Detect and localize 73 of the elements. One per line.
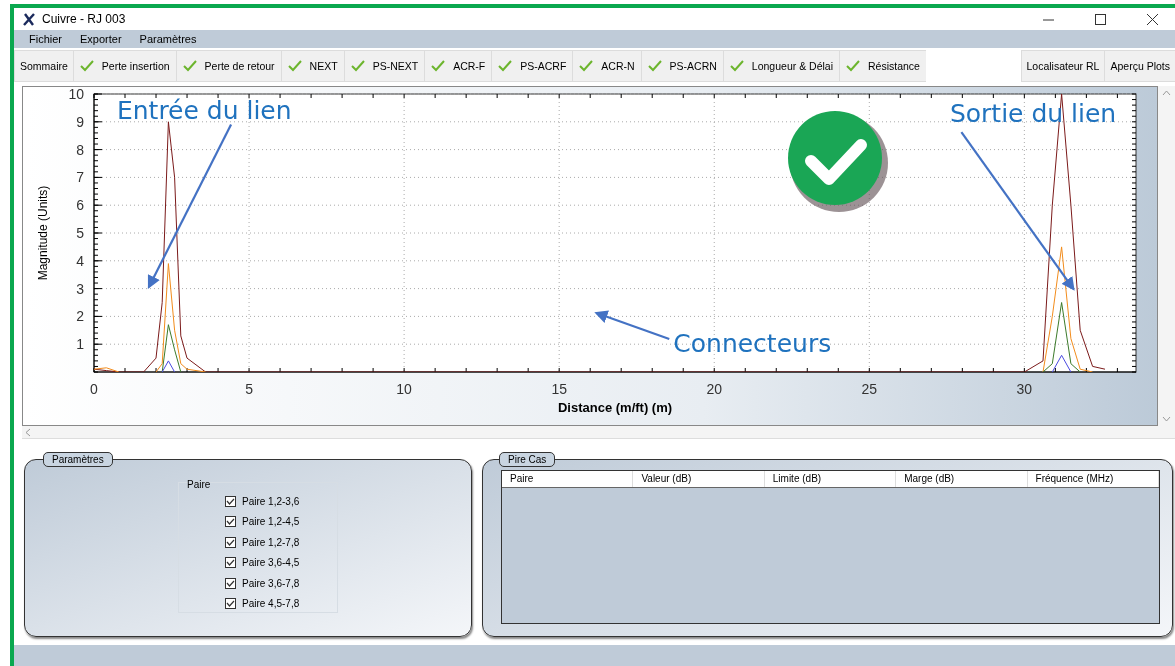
tool-button[interactable]: Aperçu Plots	[1104, 50, 1175, 82]
y-tick-label: 8	[76, 141, 84, 158]
y-tick-label: 4	[76, 252, 84, 269]
column-header[interactable]: Limite (dB)	[764, 471, 897, 487]
y-tick-label: 7	[76, 169, 84, 186]
y-tick-label: 1	[76, 336, 84, 353]
test-tab[interactable]: NEXT	[280, 50, 345, 82]
y-tick-label: 6	[76, 197, 84, 214]
test-tab[interactable]: Résistance	[839, 50, 927, 82]
x-tick-label: 25	[861, 381, 878, 397]
checkbox[interactable]	[225, 598, 236, 610]
close-icon	[1146, 13, 1158, 25]
x-tick-label: 5	[245, 381, 253, 397]
pair-checkbox[interactable]: Paire 3,6-7,8	[225, 575, 300, 592]
x-tick-label: 20	[706, 381, 723, 397]
menu-item[interactable]: Fichier	[20, 33, 71, 45]
check-icon	[431, 60, 446, 72]
checkbox[interactable]	[225, 577, 236, 589]
check-icon	[182, 60, 197, 72]
horizontal-scrollbar[interactable]	[22, 426, 1175, 439]
y-axis-title: Magnitude (Units)	[36, 185, 50, 281]
test-tab[interactable]: Sommaire	[14, 50, 74, 82]
x-tick-label: 15	[551, 381, 567, 397]
test-tab[interactable]: PS-ACRN	[640, 50, 724, 82]
x-tick-label: 10	[396, 381, 412, 397]
callout-text: Entrée du lien	[116, 96, 292, 125]
check-icon	[579, 60, 594, 72]
pair-checkbox[interactable]: Paire 3,6-4,5	[225, 554, 300, 571]
x-axis-title: Distance (m/ft) (m)	[557, 400, 673, 415]
column-header[interactable]: Marge (dB)	[896, 471, 1028, 487]
test-tab[interactable]: Longueur & Délai	[722, 50, 840, 82]
check-icon	[729, 60, 744, 72]
test-tab[interactable]: Perte de retour	[175, 50, 282, 82]
pair-checkbox[interactable]: Paire 1,2-7,8	[225, 534, 300, 551]
x-tick-label: 30	[1016, 381, 1033, 397]
check-icon	[647, 60, 662, 72]
test-tab[interactable]: ACR-N	[572, 50, 642, 82]
pass-badge-icon	[788, 111, 888, 212]
checkbox[interactable]	[225, 516, 236, 528]
check-icon	[79, 60, 94, 72]
pair-checkbox[interactable]: Paire 1,2-3,6	[225, 493, 300, 510]
column-header[interactable]: Valeur (dB)	[633, 471, 765, 487]
test-tab[interactable]: PS-NEXT	[343, 50, 426, 82]
column-header[interactable]: Fréquence (MHz)	[1027, 471, 1159, 487]
y-tick-label: 5	[76, 225, 84, 241]
app-logo-icon	[22, 12, 36, 26]
test-tab[interactable]: Perte insertion	[72, 50, 177, 82]
pair-checkbox[interactable]: Paire 1,2-4,5	[225, 513, 300, 530]
tool-button[interactable]: Localisateur RL	[1020, 50, 1106, 82]
y-tick-label: 2	[76, 308, 84, 325]
checkbox[interactable]	[225, 495, 236, 507]
check-icon	[287, 60, 302, 72]
check-icon	[350, 60, 365, 72]
window-title: Cuivre - RJ 003	[42, 12, 127, 26]
y-tick-label: 3	[76, 280, 84, 297]
column-header[interactable]: Paire	[502, 471, 634, 487]
group-label: Paire	[187, 479, 211, 490]
test-tab[interactable]: PS-ACRF	[491, 50, 574, 82]
checkbox[interactable]	[225, 536, 236, 548]
group-title: Paramètres	[43, 452, 113, 467]
group-title: Pire Cas	[499, 452, 556, 467]
menu-item[interactable]: Paramètres	[130, 33, 206, 45]
maximize-icon	[1094, 13, 1106, 25]
menu-item[interactable]: Exporter	[71, 33, 131, 45]
y-tick-label: 9	[76, 113, 84, 130]
y-tick-label: 10	[68, 87, 84, 102]
pair-checkbox[interactable]: Paire 4,5-7,8	[225, 595, 300, 612]
callout-text: Connecteurs	[673, 329, 832, 358]
check-icon	[498, 60, 513, 72]
checkbox[interactable]	[225, 557, 236, 569]
check-icon	[846, 60, 860, 72]
x-tick-label: 0	[90, 381, 98, 397]
test-tab[interactable]: ACR-F	[424, 50, 493, 82]
